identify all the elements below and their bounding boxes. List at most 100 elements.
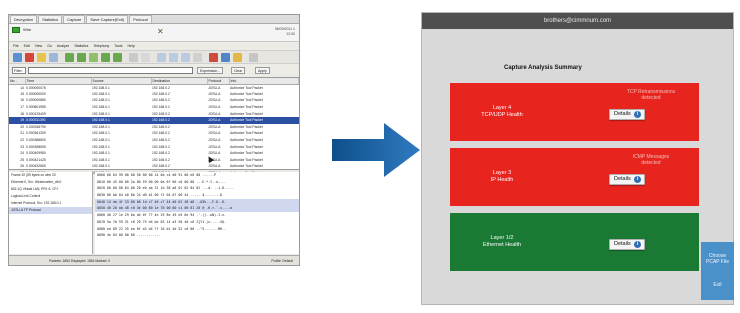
table-row[interactable]: 25 0.000421425 192.168.0.1 192.168.0.2 JOSU-…: [9, 157, 299, 164]
table-row[interactable]: 19 0.000311390 192.168.0.1 192.168.0.2 JOSU-…: [9, 116, 299, 124]
hex-line: 0070 5a 7b 59 31 c8 29 75 d4 be 03 14 a3…: [97, 219, 227, 224]
card-status-message: TCP Retransmissions detected: [626, 89, 676, 101]
table-cell: 0.000348790: [26, 124, 46, 129]
details-button[interactable]: Details i: [609, 174, 645, 185]
menu-analyze[interactable]: Analyze: [57, 43, 69, 49]
detail-line[interactable]: Internet Protocol, Src: 192.168.0.1: [9, 200, 92, 207]
filter-input[interactable]: [28, 67, 193, 74]
close-icon[interactable]: [25, 53, 34, 62]
preferences-icon[interactable]: [249, 53, 258, 62]
tab-statistics[interactable]: Statistics: [38, 15, 63, 23]
colorize-icon[interactable]: [129, 53, 138, 62]
table-cell: 192.168.0.1: [92, 124, 110, 129]
tab-capture[interactable]: Capture: [63, 15, 86, 23]
first-packet-icon[interactable]: [101, 53, 110, 62]
zoom-out-icon[interactable]: [169, 53, 178, 62]
table-cell: 192.168.0.1: [92, 131, 110, 136]
table-cell: 26: [20, 164, 24, 169]
table-cell: 0.000432650: [26, 164, 46, 169]
tab-protocol[interactable]: Protocol: [129, 15, 152, 23]
expression-button[interactable]: Expression...: [197, 67, 224, 74]
save-icon[interactable]: [37, 53, 46, 62]
arrow-right-icon: [332, 123, 420, 177]
table-cell: Authorize Tool Packet: [230, 151, 263, 156]
table-cell: JOSU-A: [208, 98, 221, 103]
table-cell: 192.168.0.2: [152, 131, 170, 136]
capture-filters-icon[interactable]: [209, 53, 218, 62]
table-cell: 192.168.0.1: [92, 85, 110, 90]
detail-line[interactable]: Ethernet II, Src: Weidmueller_db:0: [9, 179, 92, 186]
table-cell: 0.000311390: [25, 116, 91, 124]
table-cell: Authorize Tool Packet: [230, 98, 263, 103]
table-cell: 23: [20, 144, 24, 149]
table-cell: 192.168.0.1: [92, 164, 110, 169]
menu-file[interactable]: File: [13, 43, 19, 49]
tab-save-capture[interactable]: Save Capture(Exit): [86, 15, 129, 23]
zoom-normal-icon[interactable]: [181, 53, 190, 62]
layer3-health-card: Layer 3 IP Health ICMP Messages detected…: [450, 148, 699, 206]
table-cell: 192.168.0.1: [91, 116, 151, 124]
profile-status[interactable]: Profile: Default: [271, 259, 293, 263]
packet-bytes-pane[interactable]: 0000 00 04 99 00 00 50 00 00 14 0a c4 d0…: [95, 172, 299, 254]
table-cell: 14: [20, 85, 24, 90]
packet-detail-pane[interactable]: Frame 20 (59 bytes on wire 20 Ethernet I…: [9, 172, 93, 254]
packet-list[interactable]: No. . Time Source Destination Protocol I…: [9, 77, 299, 175]
display-filters-icon[interactable]: [221, 53, 230, 62]
hex-line: 0080 ed 89 22 35 ea 0f a3 d4 7f 16 b1 4d…: [97, 226, 227, 231]
go-forward-icon[interactable]: [77, 53, 86, 62]
menu-bar: File Edit View Go Analyze Statistics Tel…: [9, 43, 299, 49]
details-button[interactable]: Details i: [609, 239, 645, 250]
detail-line[interactable]: JOSU-A TP Protocol: [9, 207, 92, 214]
last-packet-icon[interactable]: [113, 53, 122, 62]
tab-decryption[interactable]: Decryption: [10, 15, 38, 23]
table-row[interactable]: 18 0.000125409 192.168.0.1 192.168.0.2 JOSU-…: [9, 110, 299, 117]
table-row[interactable]: 24 0.000409980 192.168.0.1 192.168.0.2 JOSU-…: [9, 150, 299, 157]
menu-go[interactable]: Go: [47, 43, 52, 49]
zoom-in-icon[interactable]: [157, 53, 166, 62]
table-row[interactable]: 14 0.000000076 192.168.0.1 192.168.0.2 JOSU-…: [9, 84, 299, 91]
table-cell: 0.000000880: [26, 98, 46, 103]
packet-count-status: Packets: 1854 Displayed: 1854 Marked: 0: [49, 259, 111, 263]
go-back-icon[interactable]: [65, 53, 74, 62]
table-cell: 19: [9, 116, 25, 124]
menu-help[interactable]: Help: [127, 43, 134, 49]
table-row[interactable]: 17 0.000801955 192.168.0.1 192.168.0.2 JOSU-…: [9, 104, 299, 111]
menu-edit[interactable]: Edit: [24, 43, 30, 49]
table-row[interactable]: 26 0.000432650 192.168.0.1 192.168.0.2 JOSU-…: [9, 163, 299, 170]
detail-line[interactable]: Frame 20 (59 bytes on wire 20: [9, 172, 92, 179]
table-row[interactable]: 22 0.000388800 192.168.0.1 192.168.0.2 JOSU-…: [9, 137, 299, 144]
table-cell: JOSU-A: [208, 91, 221, 96]
detail-line[interactable]: Logical-Link Control: [9, 193, 92, 200]
detail-line[interactable]: 802.1Q Virtual LAN, PRI: 6, CFI:: [9, 186, 92, 193]
clear-button[interactable]: Clear: [231, 67, 246, 74]
reload-icon[interactable]: [49, 53, 58, 62]
menu-statistics[interactable]: Statistics: [74, 43, 88, 49]
menu-tools[interactable]: Tools: [114, 43, 122, 49]
table-cell: 24: [20, 151, 24, 156]
table-cell: 192.168.0.1: [92, 111, 110, 116]
autoscroll-icon[interactable]: [141, 53, 150, 62]
table-cell: 16: [20, 98, 24, 103]
details-button[interactable]: Details i: [609, 109, 645, 120]
table-cell: 192.168.0.2: [152, 138, 170, 143]
menu-telephony[interactable]: Telephony: [93, 43, 109, 49]
table-row[interactable]: 16 0.000000880 192.168.0.1 192.168.0.2 JOSU-…: [9, 97, 299, 104]
card-status-message: ICMP Messages detected: [632, 154, 670, 166]
exit-button[interactable]: Exit: [701, 270, 734, 300]
table-cell: 192.168.0.2: [152, 98, 170, 103]
table-row[interactable]: 15 0.000000000 192.168.0.1 192.168.0.2 JOSU-…: [9, 91, 299, 98]
go-to-icon[interactable]: [89, 53, 98, 62]
table-cell: 192.168.0.2: [152, 164, 170, 169]
table-cell: 0.000388800: [26, 138, 46, 143]
table-row[interactable]: 21 0.000361309 192.168.0.1 192.168.0.2 JOSU-…: [9, 130, 299, 137]
apply-button[interactable]: Apply: [255, 67, 270, 74]
resize-columns-icon[interactable]: [193, 53, 202, 62]
open-icon[interactable]: [13, 53, 22, 62]
table-row[interactable]: 20 0.000348790 192.168.0.1 192.168.0.2 JOSU-…: [9, 124, 299, 131]
table-row[interactable]: 23 0.000398505 192.168.0.1 192.168.0.2 JOSU-…: [9, 143, 299, 150]
hex-line: 0090 4e 04 00 00 00 ............: [97, 233, 161, 238]
coloring-rules-icon[interactable]: [233, 53, 242, 62]
table-cell: Authorize Tool Packet: [230, 157, 263, 162]
menu-view[interactable]: View: [35, 43, 43, 49]
table-cell: Authorize Tool Packet: [230, 138, 263, 143]
